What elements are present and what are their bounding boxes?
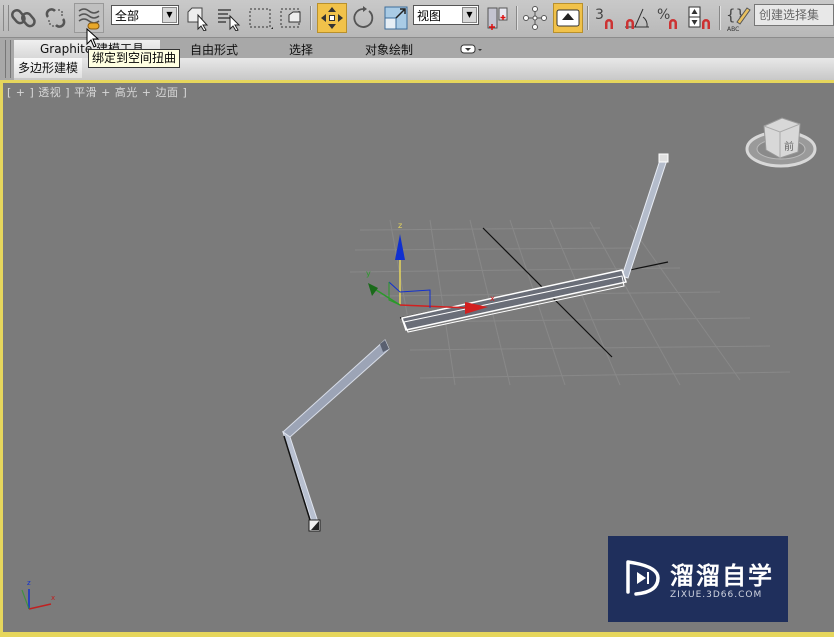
named-selection-set-input[interactable]: 创建选择集 [754, 4, 834, 26]
window-crossing-button[interactable] [278, 3, 306, 33]
pivot-icon [487, 7, 508, 30]
rect-selection-icon [249, 8, 273, 29]
selection-filter-dropdown[interactable]: 全部 ▼ [111, 5, 179, 25]
select-and-rotate-button[interactable] [349, 3, 377, 33]
viewport-bottom-border [0, 632, 834, 637]
select-and-manipulate-button[interactable] [521, 3, 549, 33]
tooltip: 绑定到空间扭曲 [88, 49, 181, 68]
rectangular-selection-region-button[interactable] [246, 3, 274, 33]
tab-selection[interactable]: 选择 [289, 41, 313, 58]
ribbon-options-button[interactable] [460, 43, 484, 58]
percent-snap-icon: % [657, 7, 677, 29]
viewport-label-text: [ + ] 透视 ] 平滑 + 高光 + 边面 ] [7, 86, 188, 99]
use-pivot-point-center-button[interactable] [484, 3, 512, 33]
move-icon [321, 7, 343, 29]
watermark-logo: 溜溜自学 ZIXUE.3D66.COM [608, 536, 788, 622]
play-logo-icon [626, 560, 660, 596]
rotate-icon [353, 6, 374, 28]
angle-snap-toggle-button[interactable] [622, 3, 652, 33]
snaps-toggle-button[interactable]: 3 [592, 3, 620, 33]
toolbar-separator [310, 6, 312, 30]
select-and-link-button[interactable] [9, 3, 39, 33]
scale-icon [384, 6, 408, 30]
toolbar-separator [516, 6, 518, 30]
unlink-selection-button[interactable] [41, 3, 71, 33]
select-by-name-button[interactable] [214, 3, 242, 33]
snap-3d-icon: 3 [595, 7, 613, 29]
edit-named-selection-sets-button[interactable]: {} ABC [724, 3, 752, 33]
ribbon-grip[interactable] [5, 40, 11, 78]
percent-snap-toggle-button[interactable]: % [655, 3, 683, 33]
window-crossing-icon [280, 8, 301, 28]
main-toolbar: 全部 ▼ 视图 ▼ 3 % {} ABC 创建选择集 [0, 0, 834, 38]
toolbar-separator [719, 6, 721, 30]
reference-coordinate-value: 视图 [417, 9, 442, 23]
select-by-name-icon [218, 9, 241, 31]
chevron-down-icon: ▼ [162, 7, 177, 23]
select-object-icon [187, 7, 209, 31]
named-selection-icon: {} ABC [726, 6, 751, 32]
ribbon-options-icon [460, 44, 482, 54]
svg-text:%: % [657, 7, 670, 23]
watermark-title: 溜溜自学 [670, 562, 774, 590]
tab-freeform[interactable]: 自由形式 [190, 41, 238, 58]
spinner-snap-icon [688, 6, 710, 29]
select-and-move-button[interactable] [317, 3, 347, 33]
watermark-url: ZIXUE.3D66.COM [670, 590, 763, 600]
link-icon [11, 9, 36, 28]
mouse-cursor-icon [86, 28, 100, 48]
reference-coordinate-dropdown[interactable]: 视图 ▼ [413, 5, 479, 25]
unlink-icon [45, 8, 66, 28]
spinner-snap-toggle-button[interactable] [686, 3, 714, 33]
select-object-button[interactable] [183, 3, 211, 33]
chevron-down-icon: ▼ [462, 7, 477, 23]
select-and-scale-button[interactable] [381, 3, 411, 33]
viewport-label[interactable]: [ + ] 透视 ] 平滑 + 高光 + 边面 ] [7, 84, 187, 100]
angle-snap-icon [625, 8, 649, 29]
tab-object-paint[interactable]: 对象绘制 [365, 41, 413, 58]
keyboard-shortcut-override-button[interactable] [553, 3, 583, 33]
toolbar-separator [587, 6, 589, 30]
subtab-polygon-modeling[interactable]: 多边形建模 [14, 58, 83, 78]
viewcube-face-label: 前 [784, 140, 794, 153]
keyboard-override-icon [556, 9, 580, 27]
svg-text:ABC: ABC [727, 26, 739, 32]
manipulate-icon [523, 6, 547, 30]
svg-text:3: 3 [595, 7, 604, 23]
selection-filter-value: 全部 [115, 9, 140, 23]
